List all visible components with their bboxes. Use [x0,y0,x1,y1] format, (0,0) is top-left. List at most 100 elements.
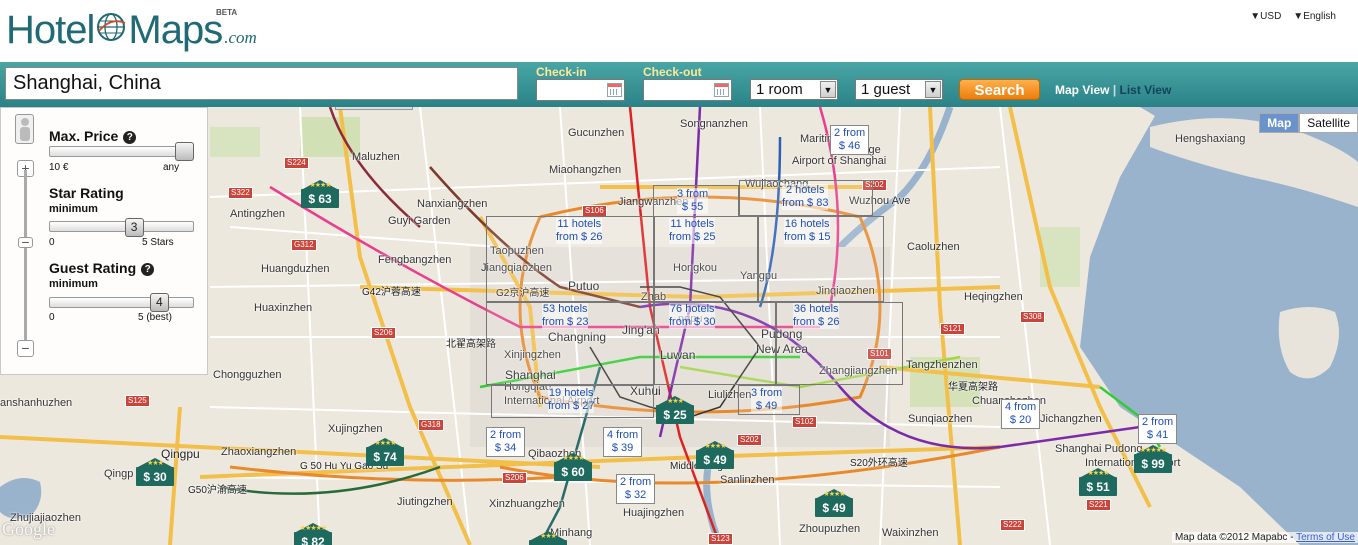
view-switcher: Map View | List View [1055,83,1171,97]
cluster-price: from $ 26 [556,231,603,243]
view-separator: | [1112,83,1117,97]
street-view-pegman-icon[interactable] [15,114,34,144]
hotel-marker[interactable]: $ 99 ★★★★★ [1134,445,1172,473]
star-icon: ★★★★ [1087,470,1109,477]
hotel-cluster[interactable]: 19 hotels from $ 27 [548,387,595,413]
cluster-price: from $ 15 [784,231,831,243]
hotel-marker[interactable]: $ 63 ★★★★ [301,180,339,208]
hotel-cluster[interactable]: 11 hotels from $ 25 [669,218,716,244]
route-shield: S202 [737,434,762,446]
place-label: Qingp [104,468,134,480]
cluster-price: $ 34 [494,442,517,454]
search-bar: Shanghai, China Check-in Check-out 1 roo… [0,62,1358,107]
zoom-slider-rail[interactable] [24,170,27,345]
star-rating-slider[interactable] [49,221,194,232]
marker-price: $ 25 [656,405,694,424]
hotel-cluster[interactable]: 3 from $ 55 [677,188,709,214]
hotel-cluster[interactable]: 53 hotels from $ 23 [542,303,589,329]
hotel-marker[interactable]: $ 25 ★★★ [656,396,694,424]
hotel-cluster[interactable]: 2 hotels from $ 83 [782,184,829,210]
hotel-cluster[interactable]: 2 from $ 32 [616,474,656,504]
hotel-cluster[interactable]: 16 hotels from $ 15 [784,218,831,244]
hotel-cluster[interactable]: 2 from $ 46 [830,125,870,155]
hotel-cluster[interactable]: 4 from $ 39 [603,427,643,457]
place-label: Sunqiaozhen [908,413,973,425]
hotel-cluster[interactable]: 11 hotels from $ 26 [556,218,603,244]
logo-text-hotel: Hotel [6,8,95,52]
hotel-marker[interactable]: $ 60 ★★★★ [554,453,592,481]
dropdown-arrow-icon[interactable]: ▼ [925,81,941,98]
guest-rating-slider[interactable] [49,297,194,308]
star-rating-title: Star Rating [49,185,124,201]
cluster-count: 53 hotels [542,303,588,315]
hotel-cluster[interactable]: 4 from $ 20 [1001,399,1041,429]
marker-price: $ 60 [554,462,592,481]
hotel-marker[interactable]: $ 49 ★★★★ [815,489,853,517]
google-logo[interactable]: Google [2,519,55,540]
place-label: Chongguzhen [213,369,282,381]
hotel-cluster[interactable]: 76 hotels from $ 30 [669,303,716,329]
header: Hotel Maps .com BETA ▼USD ▼English [0,0,1358,62]
star-icon: ★★★★ [309,182,331,189]
place-label: Shanghai Pudong [1055,443,1143,455]
cluster-price: from $ 27 [548,400,595,412]
place-label: Zhaoxiangzhen [221,446,297,458]
guest-rating-sub: minimum [49,278,98,290]
language-selector[interactable]: ▼English [1293,11,1336,22]
road-label: S20外环高速 [850,458,908,469]
calendar-icon[interactable] [607,83,622,97]
place-label: Maluzhen [352,151,400,163]
place-label: Airport of Shanghai [792,155,887,167]
route-shield: S224 [284,157,309,169]
calendar-icon[interactable] [714,83,729,97]
help-icon[interactable]: ? [123,131,137,144]
destination-input[interactable]: Shanghai, China [5,67,518,100]
hotel-marker[interactable]: $ 49 ★★★★ [696,441,734,469]
hotel-marker[interactable]: $ 30 ★★★ [136,458,174,486]
rooms-select[interactable]: 1 room ▼ [750,79,838,100]
checkout-input[interactable] [643,79,732,101]
list-view-link[interactable]: List View [1120,83,1172,97]
place-label: Tangzhenzhen [906,359,978,371]
max-price-slider[interactable] [49,146,194,157]
checkin-input[interactable] [536,79,625,101]
currency-selector[interactable]: ▼USD [1250,11,1281,22]
hotel-marker[interactable]: $ 74 ★★★★ [366,438,404,466]
hotel-cluster[interactable]: 2 from $ 41 [1138,414,1178,444]
hotel-cluster[interactable]: 3 from $ 49 [751,387,783,413]
hotel-cluster[interactable]: 36 hotels from $ 26 [793,303,840,329]
route-shield: S322 [228,187,253,199]
route-shield: G312 [291,239,317,251]
cluster-count: 11 hotels [670,218,715,230]
help-icon[interactable]: ? [141,263,155,276]
zoom-out-button[interactable]: − [17,340,34,357]
hotel-cluster[interactable]: 2 from $ 34 [486,427,526,457]
cluster-price: $ 20 [1009,414,1032,426]
cluster-price: $ 46 [838,140,861,152]
search-button[interactable]: Search [959,79,1040,100]
place-label: Sanlinzhen [720,474,775,486]
terms-of-use-link[interactable]: Terms of Use [1296,532,1355,543]
map-view-link[interactable]: Map View [1055,83,1109,97]
zoom-slider-thumb[interactable]: − [18,235,33,249]
place-label: Guyi Garden [388,215,451,227]
hotel-marker[interactable]: $ 51 ★★★★ [1079,468,1117,496]
cluster-price: $ 55 [681,201,704,213]
rooms-value: 1 room [756,81,803,98]
map-type-satellite-button[interactable]: Satellite [1299,113,1358,133]
star-icon: ★★★★★ [1139,447,1167,454]
guests-select[interactable]: 1 guest ▼ [855,79,943,100]
place-label: Nanxiangzhen [417,198,488,210]
star-rating-thumb[interactable]: 3 [124,218,144,237]
hotel-marker[interactable]: $ 82 ★★★★★ [294,523,332,545]
guest-rating-thumb[interactable]: 4 [149,293,169,312]
max-price-thumb[interactable] [175,142,194,161]
dropdown-arrow-icon[interactable]: ▼ [820,81,836,98]
map-data-text: Map data ©2012 Mapabc - [1174,532,1297,543]
hotel-marker[interactable]: ★★★ [529,531,567,545]
map-type-map-button[interactable]: Map [1259,113,1300,133]
star-icon: ★★★★★ [299,525,327,532]
route-shield: S206 [371,327,396,339]
cluster-count: 2 from [490,429,522,441]
star-rating-max: 5 Stars [142,237,174,248]
